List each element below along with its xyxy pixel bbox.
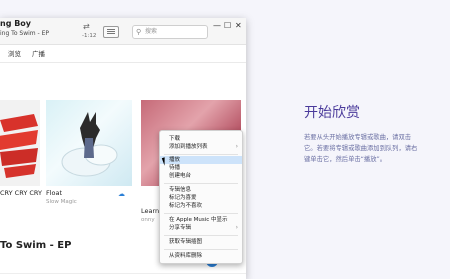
search-placeholder: 搜索 <box>145 28 158 35</box>
album-art-graphic <box>0 114 38 178</box>
album-artist: Slow Magic <box>46 199 77 205</box>
album-art-cry-cry-cry[interactable] <box>0 100 40 186</box>
menu-item-share-album[interactable]: 分享专辑 › <box>160 224 242 232</box>
album-art-graphic <box>61 112 118 177</box>
menu-item-play-later[interactable]: 待播 <box>160 164 242 172</box>
menu-divider <box>164 213 238 214</box>
section-title: To Swim - EP <box>0 240 72 251</box>
now-playing-subtitle: ing To Swim - EP <box>0 30 50 37</box>
now-playing-title: ng Boy <box>0 19 32 28</box>
minimize-button[interactable]: — <box>213 21 221 31</box>
menu-item-dislike[interactable]: 标记为不喜欢 <box>160 202 242 210</box>
menu-item-show-in-apple-music[interactable]: 在 Apple Music 中显示 <box>160 216 242 224</box>
album-art-float[interactable] <box>46 100 132 186</box>
info-body: 若要从头开始播放专辑或歌曲，请双击 它。若要将专辑或歌曲添加到队列，请右 键单击… <box>304 132 430 165</box>
menu-item-add-to-playlist[interactable]: 添加到播放列表 › <box>160 143 242 151</box>
search-input[interactable]: ⚲ 搜索 <box>132 25 208 39</box>
menu-item-play[interactable]: 播放 <box>160 156 242 164</box>
menu-item-create-station[interactable]: 创建电台 <box>160 172 242 180</box>
menu-item-get-artwork[interactable]: 获取专辑插图 <box>160 238 242 246</box>
menu-divider <box>164 249 238 250</box>
album-artist: onny <box>141 217 155 223</box>
menu-divider <box>164 154 238 155</box>
music-app-window: ng Boy ing To Swim - EP ⇄ -1:12 ⚲ 搜索 — ☐… <box>0 18 246 279</box>
search-icon: ⚲ <box>136 28 142 36</box>
chevron-right-icon: › <box>235 224 238 231</box>
track-row[interactable] <box>0 273 246 279</box>
player-toolbar: ng Boy ing To Swim - EP ⇄ -1:12 ⚲ 搜索 — ☐… <box>0 18 246 45</box>
menu-divider <box>164 235 238 236</box>
info-line: 若要从头开始播放专辑或歌曲，请双击 <box>304 134 412 141</box>
album-title: Float <box>46 189 63 197</box>
album-title: CRY CRY CRY <box>0 189 42 197</box>
tab-radio[interactable]: 广播 <box>32 48 45 58</box>
maximize-button[interactable]: ☐ <box>224 21 231 31</box>
info-line: 它。若要将专辑或歌曲添加到队列，请右 <box>304 145 418 152</box>
close-button[interactable]: ✕ <box>235 21 242 31</box>
tab-browse[interactable]: 浏览 <box>8 48 21 58</box>
repeat-icon[interactable]: ⇄ <box>83 22 90 31</box>
context-menu: 下载 添加到播放列表 › 播放 待播 创建电台 专辑信息 标记为喜爱 标记为不喜欢… <box>159 130 243 264</box>
menu-item-delete-from-library[interactable]: 从资料库删除 <box>160 252 242 260</box>
info-line: 键单击它，然后单击“播放”。 <box>304 156 387 163</box>
menu-item-download[interactable]: 下载 <box>160 135 242 143</box>
download-cloud-icon[interactable]: ☁ <box>118 190 125 198</box>
menu-item-love[interactable]: 标记为喜爱 <box>160 194 242 202</box>
time-remaining: -1:12 <box>82 33 97 39</box>
info-heading: 开始欣赏 <box>304 105 360 121</box>
up-next-list-icon[interactable] <box>103 26 119 38</box>
menu-divider <box>164 183 238 184</box>
nav-tabs: 浏览 广播 <box>0 46 246 63</box>
chevron-right-icon: › <box>235 143 238 150</box>
menu-item-album-info[interactable]: 专辑信息 <box>160 186 242 194</box>
